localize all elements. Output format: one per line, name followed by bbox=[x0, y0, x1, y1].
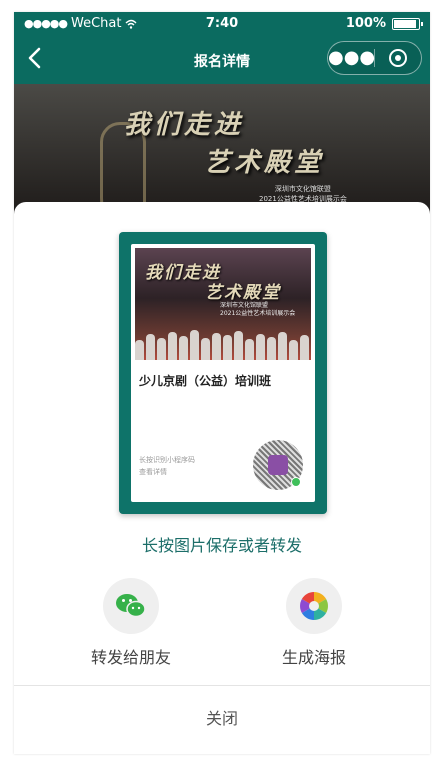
status-bar: ●●●●● WeChat 7:40 100% bbox=[14, 12, 430, 36]
share-to-friend-label: 转发给朋友 bbox=[90, 648, 171, 667]
poster-course-title: 少儿京剧（公益）培训班 bbox=[139, 374, 272, 388]
share-to-friend-button[interactable]: 转发给朋友 bbox=[76, 578, 186, 668]
close-label: 关闭 bbox=[205, 709, 238, 728]
battery-percent: 100% bbox=[345, 16, 386, 31]
miniprogram-capsule: ●●● bbox=[327, 41, 422, 75]
banner-title-line2: 艺术殿堂 bbox=[204, 148, 325, 178]
target-icon bbox=[389, 49, 407, 67]
wechat-icon bbox=[103, 578, 159, 634]
generate-poster-label: 生成海报 bbox=[281, 648, 346, 667]
close-button[interactable]: 关闭 bbox=[14, 685, 430, 754]
banner-subtitle-line1: 深圳市文化馆联盟 bbox=[274, 185, 331, 193]
more-icon[interactable]: ●●● bbox=[328, 49, 375, 67]
banner-title-line1: 我们走进 bbox=[124, 110, 245, 140]
battery-icon bbox=[392, 17, 423, 30]
share-sheet: 我们走进 艺术殿堂 深圳市文化馆联盟 2021公益性艺术培训展示会 少儿京剧（公… bbox=[14, 202, 430, 754]
nav-bar: 报名详情 ●●● bbox=[14, 36, 430, 84]
generate-poster-button[interactable]: 生成海报 bbox=[259, 578, 369, 668]
poster-image-title-line2: 艺术殿堂 bbox=[205, 283, 281, 303]
save-hint-text: 长按图片保存或者转发 bbox=[141, 536, 302, 555]
poster-hint-line2: 查看详情 bbox=[139, 468, 167, 476]
miniprogram-code bbox=[253, 440, 303, 490]
performers-silhouette bbox=[135, 326, 311, 360]
close-miniprogram-button[interactable] bbox=[375, 49, 421, 67]
photos-icon bbox=[286, 578, 342, 634]
poster-image-subtitle-line1: 深圳市文化馆联盟 bbox=[220, 302, 269, 309]
poster-image: 我们走进 艺术殿堂 深圳市文化馆联盟 2021公益性艺术培训展示会 bbox=[135, 248, 311, 360]
poster-image-subtitle-line2: 2021公益性艺术培训展示会 bbox=[220, 310, 296, 317]
phone-screen: ●●●●● WeChat 7:40 100% 报名详情 ●●● 我们走进 艺术殿… bbox=[14, 12, 430, 754]
share-poster[interactable]: 我们走进 艺术殿堂 深圳市文化馆联盟 2021公益性艺术培训展示会 少儿京剧（公… bbox=[119, 232, 327, 514]
poster-hint-line1: 长按识别小程序码 bbox=[139, 456, 195, 464]
